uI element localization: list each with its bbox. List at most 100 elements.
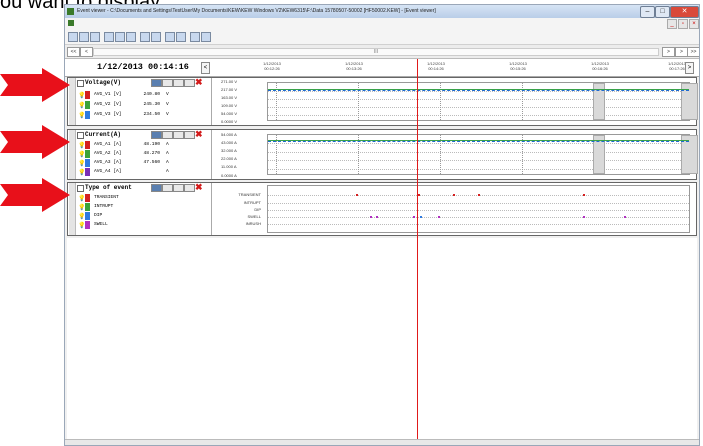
transient-event-marker[interactable]	[478, 194, 480, 196]
channel-row[interactable]: 💡 AVG_A1 [A] 48.190 A	[74, 141, 206, 150]
swell-event-marker[interactable]	[413, 216, 415, 218]
export-icon[interactable]	[151, 32, 161, 42]
time-cursor-line[interactable]	[417, 59, 418, 445]
swell-event-marker[interactable]	[370, 216, 372, 218]
swell-event-marker[interactable]	[376, 216, 378, 218]
close-panel-icon[interactable]: ✖	[195, 129, 203, 140]
mdi-minimize-button[interactable]: _	[667, 19, 677, 29]
y-tick-label: 54.000 V	[221, 111, 238, 116]
first-page-button[interactable]: <<	[67, 47, 80, 57]
minimize-button[interactable]: –	[640, 6, 655, 18]
event-type-name: TRANSIENT	[94, 195, 119, 200]
voltage-legend: Voltage(V) ✖ 💡 AVG_V1 [V] 240.80 V 💡 AVG_V2 …	[68, 77, 212, 125]
print-icon[interactable]	[90, 32, 100, 42]
color-swatch	[85, 111, 90, 119]
chart-icon[interactable]	[104, 32, 114, 42]
event-type-row[interactable]: 💡 DIP	[74, 212, 206, 221]
event-type-name: INTRUPT	[94, 204, 114, 209]
swell-event-marker[interactable]	[583, 216, 585, 218]
current-checkbox[interactable]	[77, 132, 84, 139]
close-panel-icon[interactable]: ✖	[195, 182, 203, 193]
color-swatch	[85, 168, 90, 176]
zoom-icon[interactable]	[162, 184, 173, 192]
event-legend: Type of event ✖ 💡 TRANSIENT 💡 INTRUPT 💡 DIP…	[68, 182, 212, 235]
color-swatch	[85, 101, 90, 109]
channel-name: AVG_V1 [V]	[94, 92, 122, 97]
horizontal-scrollbar[interactable]: III	[93, 48, 659, 56]
bottom-scrollbar[interactable]	[65, 439, 699, 445]
time-left-button[interactable]: <	[201, 62, 210, 74]
swell-event-marker[interactable]	[438, 216, 440, 218]
previous-page-button[interactable]: <	[80, 47, 93, 57]
y-tick-label: 32.000 A	[221, 148, 237, 153]
minimize-panel-icon[interactable]	[184, 184, 195, 192]
transient-event-marker[interactable]	[453, 194, 455, 196]
channel-row[interactable]: 💡 AVG_V1 [V] 240.80 V	[74, 91, 206, 100]
time-header: 1/12/2013 00:14:16 < 1/12/2013 00:12:26 1…	[65, 59, 699, 77]
zoom-icon[interactable]	[162, 131, 173, 139]
settings-icon[interactable]	[165, 32, 175, 42]
event-type-row[interactable]: 💡 TRANSIENT	[74, 194, 206, 203]
maximize-button[interactable]: □	[655, 6, 670, 18]
transient-event-marker[interactable]	[418, 194, 420, 196]
channel-name: AVG_V3 [V]	[94, 112, 122, 117]
channel-row[interactable]: 💡 AVG_A3 [A] 47.560 A	[74, 159, 206, 168]
current-plot-area	[267, 134, 698, 175]
arrow-icon	[0, 178, 70, 212]
voltage-checkbox[interactable]	[77, 80, 84, 87]
zoom-icon[interactable]	[162, 79, 173, 87]
grid-icon[interactable]	[190, 32, 200, 42]
event-type-row[interactable]: 💡 INTRUPT	[74, 203, 206, 212]
channel-row[interactable]: 💡 AVG_V3 [V] 234.50 V	[74, 111, 206, 120]
current-legend: Current(A) ✖ 💡 AVG_A1 [A] 48.190 A 💡 AVG_A2 …	[68, 129, 212, 179]
copy-icon[interactable]	[173, 131, 184, 139]
copy-icon[interactable]	[173, 79, 184, 87]
channel-unit: A	[166, 142, 169, 147]
next-page-button[interactable]: >	[662, 47, 675, 57]
color-swatch	[85, 150, 90, 158]
mdi-close-button[interactable]: ×	[689, 19, 699, 29]
window-icon[interactable]	[140, 32, 150, 42]
copy-icon[interactable]	[173, 184, 184, 192]
mdi-restore-button[interactable]: ▫	[678, 19, 688, 29]
y-tick-label: 43.000 A	[221, 140, 237, 145]
empty-panel-area	[67, 238, 697, 441]
channel-row[interactable]: 💡 AVG_A4 [A] A	[74, 168, 206, 177]
zoom-in-icon[interactable]	[115, 32, 125, 42]
minimize-panel-icon[interactable]	[184, 131, 195, 139]
minimize-panel-icon[interactable]	[184, 79, 195, 87]
table-icon[interactable]	[201, 32, 211, 42]
channel-row[interactable]: 💡 AVG_A2 [A] 48.270 A	[74, 150, 206, 159]
event-panel: Type of event ✖ 💡 TRANSIENT 💡 INTRUPT 💡 DIP…	[67, 182, 697, 236]
graph-settings-icon[interactable]	[151, 131, 162, 139]
open-icon[interactable]	[68, 32, 78, 42]
channel-name: AVG_A4 [A]	[94, 169, 122, 174]
transient-event-marker[interactable]	[356, 194, 358, 196]
grid-line	[268, 169, 689, 170]
zoom-out-icon[interactable]	[126, 32, 136, 42]
event-plot[interactable]: TRANSIENT INTRUPT DIP SWELL INRUSH	[211, 183, 696, 235]
color-icon[interactable]	[176, 32, 186, 42]
y-tick-label: 54.000 A	[221, 132, 237, 137]
close-button[interactable]: ✕	[670, 6, 699, 18]
save-icon[interactable]	[79, 32, 89, 42]
voltage-plot[interactable]: 271.00 V 217.00 V 163.00 V 109.00 V 54.0…	[211, 78, 698, 125]
event-type-row[interactable]: 💡 SWELL	[74, 221, 206, 230]
color-swatch	[85, 159, 90, 167]
channel-row[interactable]: 💡 AVG_V2 [V] 245.30 V	[74, 101, 206, 110]
graph-settings-icon[interactable]	[151, 184, 162, 192]
voltage-plot-area	[267, 82, 698, 121]
swell-event-marker[interactable]	[420, 216, 422, 218]
current-plot[interactable]: 54.000 A 43.000 A 32.000 A 22.000 A 11.0…	[211, 130, 698, 179]
channel-name: AVG_V2 [V]	[94, 102, 122, 107]
event-checkbox[interactable]	[77, 185, 84, 192]
close-panel-icon[interactable]: ✖	[195, 77, 203, 88]
last-page-button[interactable]: >>	[687, 47, 699, 57]
transient-event-marker[interactable]	[583, 194, 585, 196]
channel-value: 240.80	[143, 92, 160, 97]
y-tick-label: 11.000 A	[221, 164, 237, 169]
y-tick-label: 163.00 V	[221, 95, 238, 100]
graph-settings-icon[interactable]	[151, 79, 162, 87]
swell-event-marker[interactable]	[624, 216, 626, 218]
time-right-button[interactable]: >	[685, 62, 694, 74]
